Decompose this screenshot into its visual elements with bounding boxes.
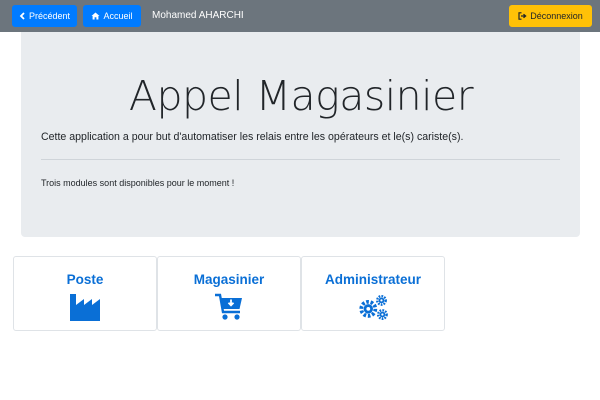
factory-icon <box>69 292 101 322</box>
intro-text: Cette application a pour but d'automatis… <box>41 131 464 143</box>
home-icon <box>91 12 100 20</box>
top-navbar: Précédent Accueil Mohamed AHARCHI Déconn… <box>0 0 600 32</box>
back-button-label: Précédent <box>28 11 71 21</box>
page-title: Appel Magasinier <box>128 72 474 120</box>
module-card-administrateur[interactable]: Administrateur <box>301 256 445 331</box>
home-button-label: Accueil <box>103 11 133 21</box>
module-card-label: Magasinier <box>193 272 265 287</box>
logout-button[interactable]: Déconnexion <box>509 5 592 27</box>
divider <box>41 159 560 160</box>
cart-download-icon <box>213 292 245 322</box>
chevron-left-icon <box>19 12 26 20</box>
sign-out-icon <box>518 12 527 20</box>
logout-button-label: Déconnexion <box>530 11 583 21</box>
home-button[interactable]: Accueil <box>83 5 141 27</box>
user-name: Mohamed AHARCHI <box>152 10 244 21</box>
module-card-magasinier[interactable]: Magasinier <box>157 256 301 331</box>
modules-info-text: Trois modules sont disponibles pour le m… <box>41 178 235 188</box>
back-button[interactable]: Précédent <box>12 5 77 27</box>
module-card-poste[interactable]: Poste <box>13 256 157 331</box>
module-card-label: Poste <box>66 272 104 287</box>
gears-icon <box>357 292 389 322</box>
module-card-label: Administrateur <box>324 272 422 287</box>
